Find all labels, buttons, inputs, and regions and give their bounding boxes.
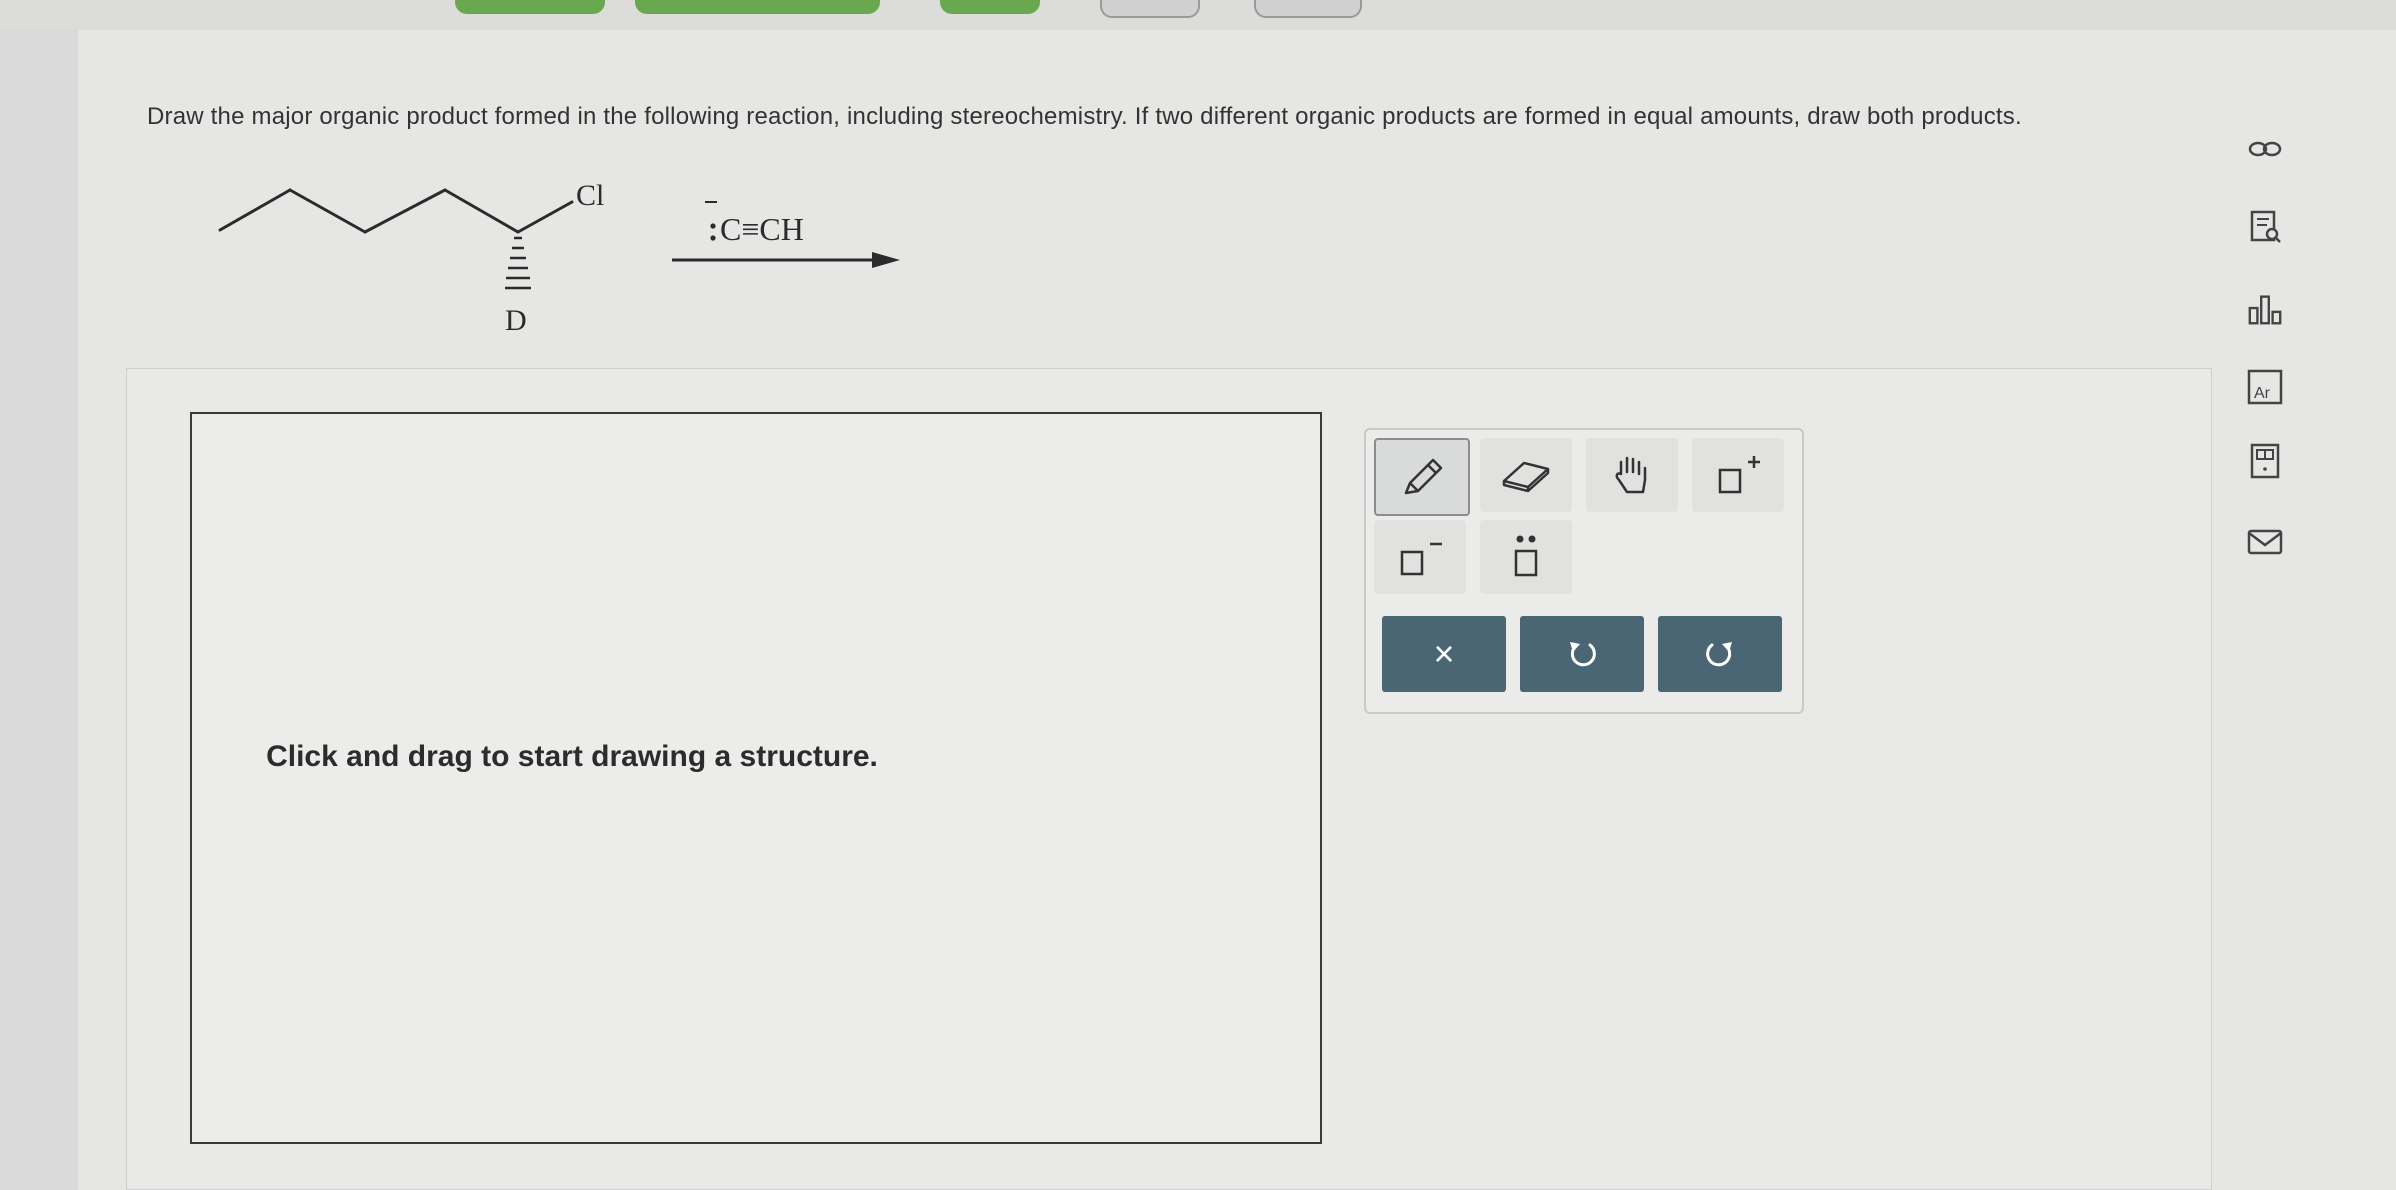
pencil-icon: [1404, 458, 1443, 495]
periodic-table-label: Ar: [2254, 385, 2271, 402]
drawing-canvas[interactable]: Click and drag to start drawing a struct…: [190, 412, 1322, 1144]
redo-button[interactable]: [1658, 616, 1782, 692]
progress-tab[interactable]: [1254, 0, 1362, 18]
chlorine-label: Cl: [576, 179, 604, 212]
eraser-tool-button[interactable]: [1480, 438, 1572, 512]
progress-tab[interactable]: [635, 0, 880, 14]
calculator-button[interactable]: [2246, 442, 2284, 480]
pencil-tool-button[interactable]: [1374, 438, 1470, 516]
positive-charge-icon: [1718, 456, 1760, 494]
eraser-icon: [1502, 461, 1550, 493]
hand-tool-button[interactable]: [1586, 438, 1678, 512]
progress-tab[interactable]: [455, 0, 605, 14]
chart-button[interactable]: [2246, 290, 2284, 328]
reaction-scheme: Cl D C≡CH: [218, 179, 900, 337]
chart-icon: [2248, 295, 2282, 325]
reactant-skeleton: [218, 188, 574, 234]
clear-button[interactable]: ×: [1382, 616, 1506, 692]
calculator-icon: [2250, 443, 2280, 479]
search-document-button[interactable]: [2246, 208, 2284, 246]
negative-charge-button[interactable]: [1374, 520, 1466, 594]
hashed-wedge-bond: [505, 236, 531, 290]
clear-icon: ×: [1433, 633, 1455, 674]
question-text: Draw the major organic product formed in…: [147, 103, 2022, 130]
negative-charge-icon: [1400, 542, 1442, 576]
progress-tab[interactable]: [940, 0, 1040, 14]
lone-pair-button[interactable]: [1480, 520, 1572, 594]
redo-icon: [1706, 642, 1732, 667]
drawing-toolbar: ×: [1364, 428, 1804, 714]
lone-pair-dots: [710, 223, 716, 241]
positive-charge-button[interactable]: [1692, 438, 1784, 512]
mail-icon: [2247, 529, 2283, 555]
progress-tab[interactable]: [1100, 0, 1200, 18]
reaction-arrow: [672, 252, 900, 268]
deuterium-label: D: [505, 304, 527, 337]
mail-button[interactable]: [2246, 523, 2284, 561]
periodic-table-button[interactable]: Ar: [2246, 368, 2284, 406]
undo-button[interactable]: [1520, 616, 1644, 692]
canvas-hint: Click and drag to start drawing a struct…: [266, 740, 878, 773]
link-button[interactable]: [2246, 130, 2284, 168]
link-icon: [2248, 141, 2282, 157]
reagent-label: C≡CH: [720, 211, 804, 247]
undo-icon: [1570, 642, 1596, 667]
periodic-table-icon: Ar: [2247, 369, 2283, 405]
search-document-icon: [2250, 210, 2281, 243]
hand-icon: [1615, 456, 1647, 494]
lone-pair-icon: [1514, 535, 1538, 577]
